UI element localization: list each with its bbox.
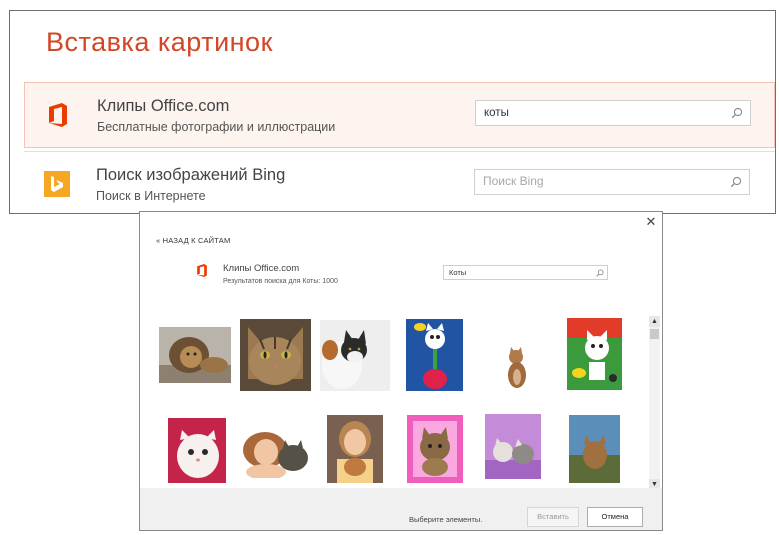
results-search-input[interactable] (444, 266, 589, 279)
office-search-box (475, 100, 751, 126)
back-to-sites-link[interactable]: « НАЗАД К САЙТАМ (156, 236, 230, 245)
insert-pictures-dialog: Вставка картинок Клипы Office.com Беспла… (9, 10, 776, 214)
cartoon-cat-blue-image (406, 319, 463, 391)
thumbnail-kittens-purple[interactable] (485, 414, 541, 479)
thumbnail-girl-with-cat[interactable] (239, 428, 312, 478)
bing-search-input[interactable] (475, 170, 723, 194)
office-icon (49, 103, 67, 127)
results-search-button[interactable] (593, 266, 607, 279)
source-name: Поиск изображений Bing (96, 166, 286, 184)
office-icon (197, 264, 207, 277)
thumbnail-kitten-small[interactable] (504, 345, 529, 389)
results-count: Результатов поиска для Коты: 1000 (223, 278, 338, 285)
source-name: Клипы Office.com (97, 97, 230, 115)
white-persian-kitten-image (168, 418, 226, 483)
results-scrollbar[interactable]: ▲ ▼ (649, 316, 660, 490)
lion-image (159, 327, 231, 383)
scroll-up-icon[interactable]: ▲ (649, 316, 660, 327)
thumbnail-cartoon-cat-green[interactable] (567, 318, 622, 390)
kitten-small-image (504, 345, 529, 389)
dialog-footer: Выберите элементы. Вставить Отмена (140, 488, 662, 530)
source-description: Бесплатные фотографии и иллюстрации (97, 120, 336, 134)
search-results-dialog: ✕ « НАЗАД К САЙТАМ Клипы Office.com Резу… (139, 211, 663, 531)
search-icon (596, 269, 604, 277)
thumbnail-calico-cat[interactable] (320, 320, 390, 391)
kittens-purple-image (485, 414, 541, 479)
search-icon (731, 107, 743, 119)
tabby-cat-image (240, 319, 311, 391)
child-with-cat-image (327, 415, 383, 483)
dialog-title: Вставка картинок (46, 27, 273, 57)
cartoon-cat-green-image (567, 318, 622, 390)
bing-search-button[interactable] (723, 170, 749, 194)
close-icon[interactable]: ✕ (644, 215, 658, 229)
insert-button[interactable]: Вставить (527, 507, 579, 527)
thumbnail-cartoon-cat-blue[interactable] (406, 319, 463, 391)
thumbnail-cat-outdoors[interactable] (569, 415, 620, 483)
thumbnail-tabby-cat[interactable] (240, 319, 311, 391)
scroll-thumb[interactable] (650, 329, 659, 339)
bing-search-box (474, 169, 750, 195)
results-source-name: Клипы Office.com (223, 263, 300, 274)
cancel-button[interactable]: Отмена (587, 507, 643, 527)
bing-icon (44, 171, 70, 197)
office-search-input[interactable] (476, 101, 724, 125)
results-search-box (443, 265, 608, 280)
source-row-bing[interactable]: Поиск изображений Bing Поиск в Интернете (24, 151, 775, 217)
office-search-button[interactable] (724, 101, 750, 125)
source-description: Поиск в Интернете (96, 189, 206, 203)
calico-cat-image (320, 320, 390, 391)
thumbnail-kitten-pink[interactable] (407, 415, 463, 483)
kitten-pink-image (407, 415, 463, 483)
thumbnail-child-with-cat[interactable] (327, 415, 383, 483)
girl-with-cat-image (239, 428, 312, 478)
cat-outdoors-image (569, 415, 620, 483)
source-row-office[interactable]: Клипы Office.com Бесплатные фотографии и… (24, 82, 775, 148)
search-icon (730, 176, 742, 188)
status-text: Выберите элементы. (409, 515, 483, 524)
thumbnail-white-persian-kitten[interactable] (168, 418, 226, 483)
thumbnail-lion[interactable] (159, 327, 231, 383)
